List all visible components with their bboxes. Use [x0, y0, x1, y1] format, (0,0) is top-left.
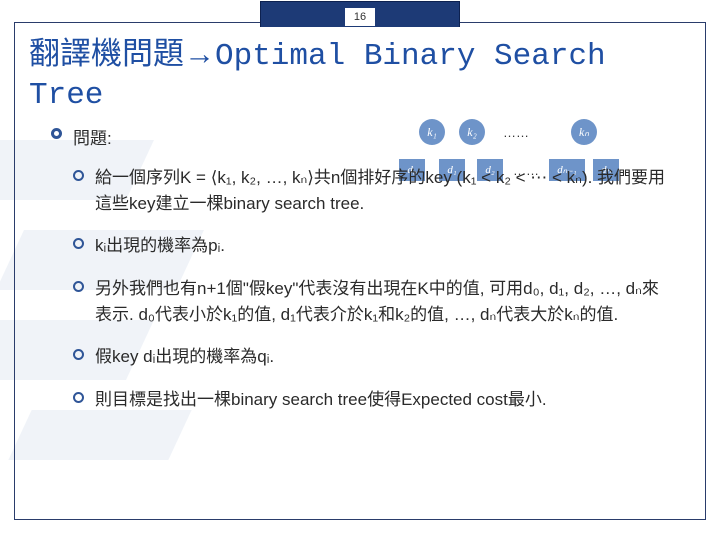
content-area: 問題: 給一個序列K = ⟨k₁, k₂, …, kₙ⟩共n個排好序的key (…	[15, 124, 705, 413]
bullet-3: 另外我們也有n+1個"假key"代表沒有出現在K中的值, 可用d₀, d₁, d…	[51, 276, 669, 329]
page-number-box: 16	[260, 1, 460, 27]
bullet-5: 則目標是找出一棵binary search tree使得Expected cos…	[51, 387, 669, 413]
page-number: 16	[345, 8, 375, 26]
bullet-4: 假key dᵢ出現的機率為qᵢ.	[51, 344, 669, 370]
slide-title: 翻譯機問題→Optimal Binary Search Tree	[15, 23, 705, 120]
title-prefix: 翻譯機問題	[29, 39, 184, 74]
bullet-2: kᵢ出現的機率為pᵢ.	[51, 233, 669, 259]
title-arrow-icon: →	[184, 36, 215, 71]
problem-heading: 問題:	[51, 124, 669, 149]
bullet-1: 給一個序列K = ⟨k₁, k₂, …, kₙ⟩共n個排好序的key (k₁ <…	[51, 165, 669, 218]
problem-label: 問題:	[73, 129, 112, 148]
slide-frame: 16 翻譯機問題→Optimal Binary Search Tree k₁ k…	[14, 22, 706, 520]
